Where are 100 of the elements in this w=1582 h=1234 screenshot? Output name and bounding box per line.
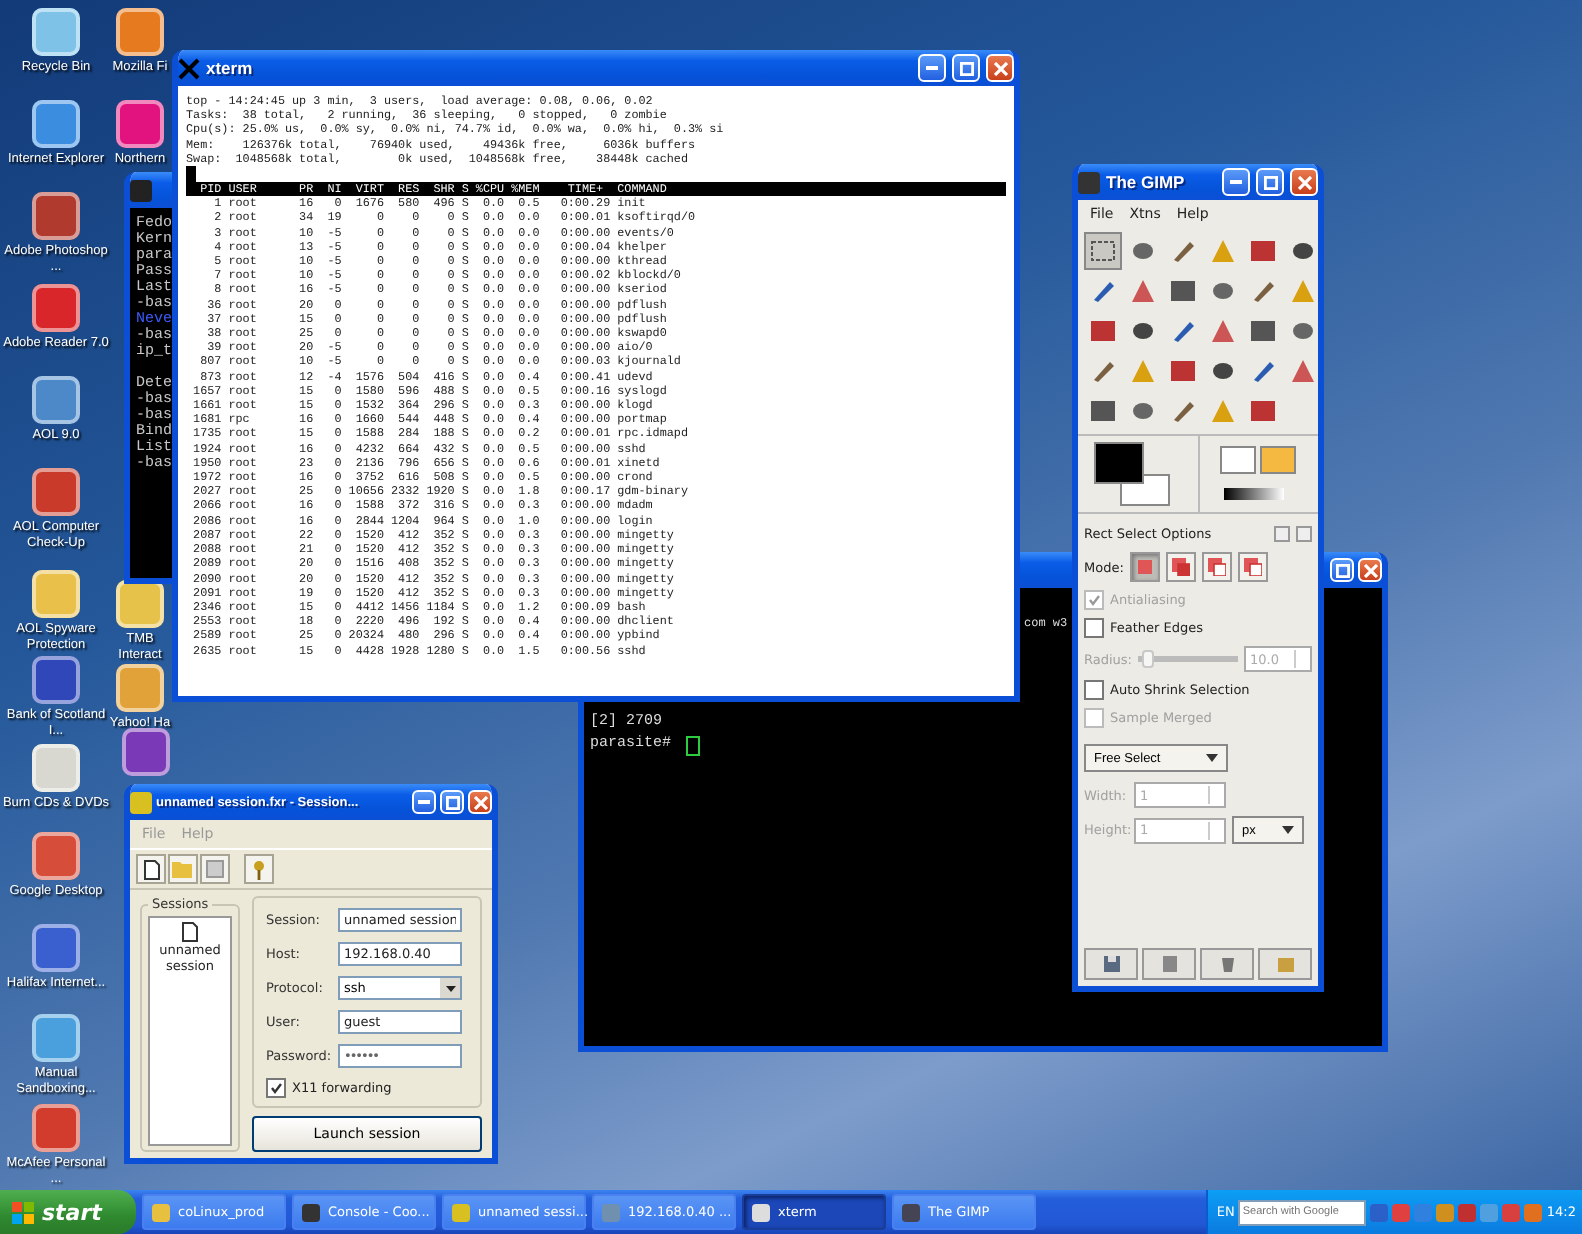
key-button[interactable]	[244, 854, 274, 884]
brush-preview[interactable]	[1219, 446, 1255, 474]
close-button[interactable]	[1290, 168, 1318, 196]
checkbox[interactable]	[266, 1078, 286, 1098]
caret-icon	[1282, 826, 1294, 834]
shortcut-icon[interactable]	[32, 8, 80, 56]
shortcut-icon[interactable]	[116, 664, 164, 712]
tool-icon	[1250, 398, 1276, 424]
tool-icon	[1090, 398, 1116, 424]
minimize-button[interactable]	[918, 54, 946, 82]
shortcut-icon[interactable]	[32, 100, 80, 148]
save-button[interactable]	[1084, 948, 1138, 980]
tool-icon	[1130, 398, 1156, 424]
panel-close-button[interactable]	[1296, 526, 1312, 542]
panel-menu-button[interactable]	[1274, 526, 1290, 542]
close-icon	[1363, 563, 1377, 577]
tool-icon	[1290, 278, 1316, 304]
checkbox[interactable]	[1084, 618, 1104, 638]
tool-icon	[1290, 358, 1316, 384]
maximize-icon	[445, 795, 459, 809]
maximize-button[interactable]	[1330, 558, 1354, 582]
maximize-button[interactable]	[952, 54, 980, 82]
selection-mode-icon	[1135, 558, 1154, 576]
shortcut-icon[interactable]	[116, 8, 164, 56]
close-icon	[473, 795, 487, 809]
caret-icon	[445, 985, 455, 991]
tool-icon	[1130, 278, 1156, 304]
check-icon	[270, 1082, 282, 1094]
shortcut-icon[interactable]	[116, 580, 164, 628]
minimize-button[interactable]	[412, 790, 436, 814]
mode-button[interactable]	[1201, 552, 1232, 582]
folder-icon	[172, 860, 194, 878]
app-logo-icon	[130, 791, 152, 813]
save-button[interactable]	[200, 854, 230, 884]
console-icon	[130, 179, 152, 201]
shortcut-icon[interactable]	[116, 100, 164, 148]
tool-icon	[1210, 278, 1236, 304]
minimize-icon	[418, 800, 430, 804]
tool-icon	[1250, 238, 1276, 264]
pattern-preview[interactable]	[1259, 446, 1295, 474]
maximize-icon	[1335, 563, 1349, 577]
shortcut-icon[interactable]	[32, 376, 80, 424]
tool-icon	[1090, 358, 1116, 384]
close-button[interactable]	[468, 790, 492, 814]
close-button[interactable]	[1358, 558, 1382, 582]
delete-button[interactable]	[1200, 948, 1254, 980]
shortcut-icon[interactable]	[32, 284, 80, 332]
tool-icon	[1250, 318, 1276, 344]
window-title: xterm	[206, 58, 255, 78]
tool-icon	[1210, 318, 1236, 344]
mode-button[interactable]	[1237, 552, 1268, 582]
tool-icon	[1090, 238, 1116, 264]
mode-button[interactable]	[1165, 552, 1196, 582]
close-icon	[993, 61, 1007, 75]
new-button[interactable]	[136, 854, 166, 884]
app-icon	[902, 1203, 920, 1221]
close-icon	[1297, 175, 1311, 189]
foreground-color-swatch[interactable]	[1094, 442, 1144, 484]
mode-button[interactable]	[1129, 552, 1160, 582]
tool-icon	[1170, 358, 1196, 384]
maximize-button[interactable]	[440, 790, 464, 814]
minimize-button[interactable]	[1222, 168, 1250, 196]
shortcut-icon[interactable]	[32, 468, 80, 516]
tool-icon	[1210, 238, 1236, 264]
tool-icon	[1130, 238, 1156, 264]
check-icon	[1088, 594, 1100, 606]
windows-logo-icon	[12, 1201, 34, 1223]
shortcut-icon[interactable]	[32, 656, 80, 704]
caret-icon	[1206, 754, 1218, 762]
close-button[interactable]	[986, 54, 1014, 82]
tool-button[interactable]	[1084, 232, 1122, 270]
shortcut-icon[interactable]	[32, 570, 80, 618]
app-icon	[452, 1203, 470, 1221]
selection-mode-icon	[1207, 558, 1226, 576]
x-logo-icon	[178, 57, 200, 79]
tool-icon	[1170, 238, 1196, 264]
tool-icon	[1130, 318, 1156, 344]
checkbox[interactable]	[1084, 680, 1104, 700]
tool-icon	[1210, 358, 1236, 384]
shortcut-icon[interactable]	[32, 744, 80, 792]
shortcut-icon[interactable]	[32, 192, 80, 240]
gradient-preview[interactable]	[1223, 488, 1283, 500]
app-icon	[602, 1203, 620, 1221]
app-icon	[302, 1203, 320, 1221]
tool-icon	[1170, 318, 1196, 344]
minimize-icon	[1230, 180, 1242, 184]
restore-button[interactable]	[1142, 948, 1196, 980]
selection-mode-icon	[1171, 558, 1190, 576]
maximize-button[interactable]	[1256, 168, 1284, 196]
tool-icon	[1170, 278, 1196, 304]
tool-icon	[1170, 398, 1196, 424]
tool-icon	[1210, 398, 1236, 424]
start-button[interactable]: start	[0, 1190, 136, 1234]
tool-icon	[1090, 278, 1116, 304]
selection-mode-icon	[1243, 558, 1262, 576]
app-icon	[152, 1203, 170, 1221]
minimize-icon	[926, 66, 938, 70]
window-title: The GIMP	[1106, 172, 1187, 192]
app-icon	[752, 1203, 770, 1221]
tool-icon	[1250, 278, 1276, 304]
